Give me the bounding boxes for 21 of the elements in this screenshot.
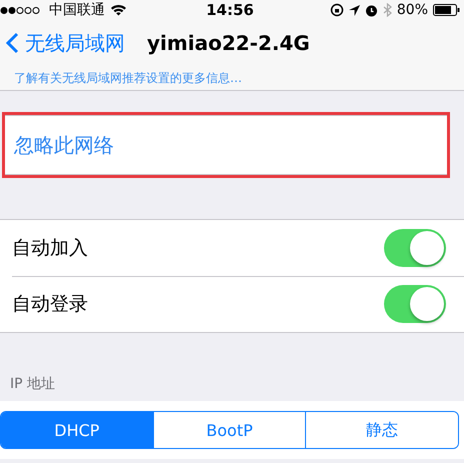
carrier-name: 中国联通 bbox=[49, 1, 105, 19]
status-time: 14:56 bbox=[206, 1, 254, 19]
toggle-switch[interactable] bbox=[384, 229, 446, 267]
alarm-clock-icon bbox=[364, 4, 378, 16]
back-chevron-icon bbox=[6, 32, 19, 54]
section-header: IP 地址 bbox=[10, 375, 56, 393]
segment-tab[interactable]: DHCP bbox=[1, 412, 153, 448]
bluetooth-icon bbox=[382, 3, 392, 17]
toggle-switch[interactable] bbox=[384, 285, 446, 323]
page-title: yimiao22-2.4G bbox=[147, 31, 310, 55]
info-link[interactable]: 了解有关无线局域网推荐设置的更多信息… bbox=[14, 70, 242, 86]
segment-tab[interactable]: 静态 bbox=[305, 412, 458, 448]
forget-network-button[interactable]: 忽略此网络 bbox=[5, 115, 447, 175]
battery-percent: 80% bbox=[396, 2, 428, 18]
rotation-lock-icon bbox=[330, 3, 344, 17]
wifi-icon bbox=[110, 4, 127, 16]
battery-icon bbox=[433, 4, 460, 16]
setting-label: 自动加入 bbox=[12, 236, 88, 261]
location-arrow-icon bbox=[348, 4, 360, 16]
setting-label: 自动登录 bbox=[12, 292, 88, 317]
back-button[interactable]: 无线局域网 bbox=[6, 30, 125, 56]
